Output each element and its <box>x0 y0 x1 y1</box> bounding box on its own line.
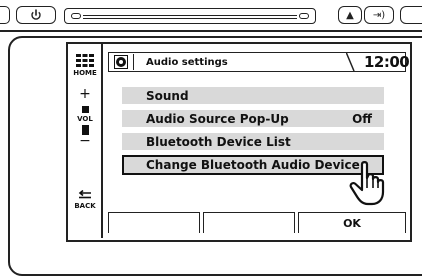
eject-button[interactable]: ▲ <box>338 6 362 24</box>
menu-item-label: Bluetooth Device List <box>146 134 291 149</box>
volume-bar-upper-icon <box>82 106 89 113</box>
home-button[interactable]: HOME <box>73 54 97 84</box>
home-grid-icon <box>76 54 94 67</box>
disc-source-icon <box>114 55 128 69</box>
power-button[interactable] <box>16 6 56 24</box>
menu-item-label: Change Bluetooth Audio Device <box>146 158 360 172</box>
source-icon-box <box>110 54 134 70</box>
menu-item-sound[interactable]: Sound <box>122 87 384 104</box>
bezel-divider <box>0 30 422 32</box>
page-title: Audio settings <box>146 57 228 68</box>
menu-item-value: Off <box>352 111 372 126</box>
eject-icon: ▲ <box>346 9 354 21</box>
menu-item-bluetooth-device-list[interactable]: Bluetooth Device List <box>122 133 384 150</box>
side-panel-divider <box>101 44 103 238</box>
volume-up-button[interactable]: + <box>74 86 96 102</box>
back-button[interactable]: BACK <box>74 190 96 216</box>
menu-item-label: Audio Source Pop-Up <box>146 111 289 126</box>
ok-label: OK <box>343 216 361 230</box>
volume-label: VOL <box>77 115 93 123</box>
disc-slot <box>64 8 316 24</box>
clock: 12:00 <box>364 53 410 71</box>
volume-down-button[interactable]: − <box>74 133 96 149</box>
back-arrow-icon <box>78 190 91 199</box>
ok-button[interactable]: OK <box>298 212 406 233</box>
left-edge-knob[interactable] <box>0 6 10 24</box>
home-label: HOME <box>73 69 97 77</box>
menu-item-label: Sound <box>146 88 189 103</box>
menu-item-audio-source-popup[interactable]: Audio Source Pop-Up Off <box>122 110 384 127</box>
skip-next-icon: ⇥) <box>372 9 386 21</box>
skip-button[interactable]: ⇥) <box>364 6 394 24</box>
softkey-1[interactable] <box>108 212 200 233</box>
menu-item-change-bluetooth-audio-device[interactable]: Change Bluetooth Audio Device <box>122 155 384 175</box>
power-icon <box>31 9 41 20</box>
hand-pointer-icon <box>349 161 385 206</box>
right-edge-button[interactable] <box>400 6 422 24</box>
softkey-2[interactable] <box>203 212 295 233</box>
hardware-top-strip: ▲ ⇥) <box>0 0 422 38</box>
back-label: BACK <box>74 202 96 210</box>
